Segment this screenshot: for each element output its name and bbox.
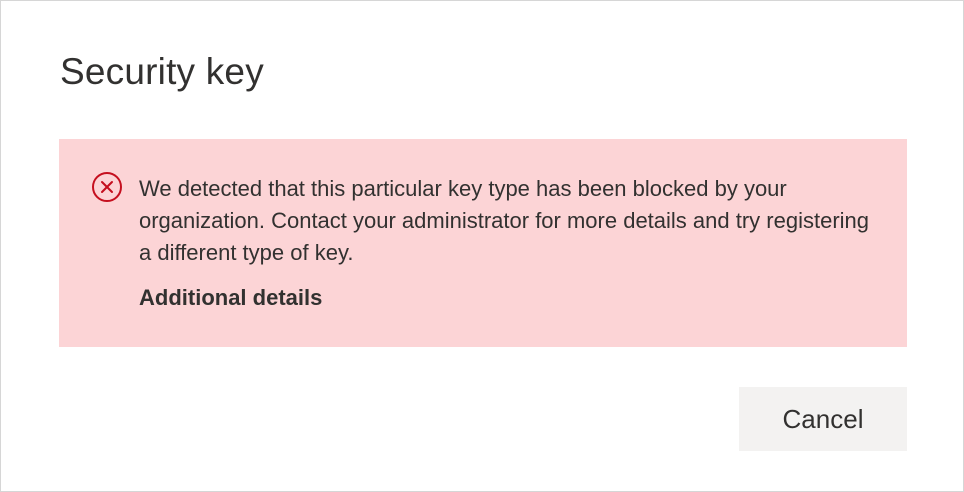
security-key-dialog: Security key We detected that this parti…	[0, 0, 964, 492]
error-message: We detected that this particular key typ…	[139, 176, 870, 265]
additional-details-link[interactable]: Additional details	[139, 285, 322, 311]
error-banner: We detected that this particular key typ…	[59, 139, 907, 347]
cancel-button[interactable]: Cancel	[739, 387, 907, 451]
dialog-title: Security key	[60, 51, 264, 92]
error-circle-x-icon	[91, 171, 123, 203]
